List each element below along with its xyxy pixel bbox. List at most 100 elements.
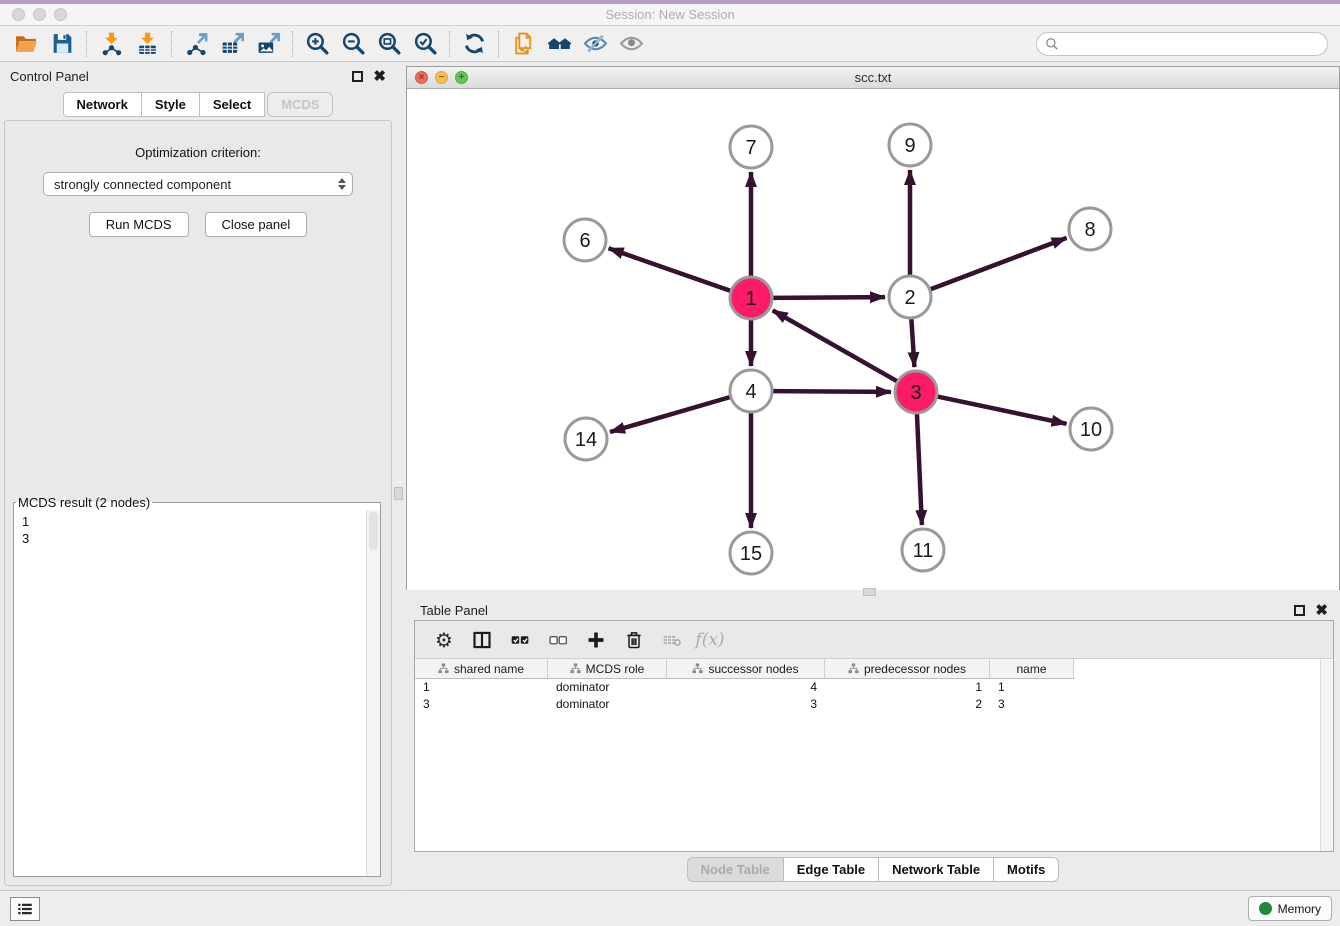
apply-function-icon[interactable]: f(x) bbox=[695, 625, 725, 655]
table-toolbar: ⚙ f(x) bbox=[415, 621, 1333, 659]
edge-3-10[interactable] bbox=[938, 397, 1067, 424]
zoom-fit-icon[interactable] bbox=[371, 29, 407, 59]
zoom-out-icon[interactable] bbox=[335, 29, 371, 59]
select-all-checkboxes-icon[interactable] bbox=[505, 625, 535, 655]
tab-mcds[interactable]: MCDS bbox=[267, 92, 333, 117]
cell-MCDS-role[interactable]: dominator bbox=[548, 679, 667, 696]
show-all-eye-icon[interactable] bbox=[613, 29, 649, 59]
node-label-1: 1 bbox=[745, 288, 756, 310]
tab-network[interactable]: Network bbox=[63, 92, 141, 117]
network-graph[interactable]: 1234678910111415 bbox=[407, 89, 1339, 590]
network-window-title: scc.txt bbox=[407, 70, 1339, 85]
cell-shared-name[interactable]: 1 bbox=[415, 679, 548, 696]
node-label-15: 15 bbox=[740, 543, 762, 565]
vertical-splitter-grip[interactable] bbox=[394, 487, 403, 500]
app-titlebar: Session: New Session bbox=[0, 0, 1340, 26]
clone-network-icon[interactable] bbox=[505, 29, 541, 59]
horizontal-splitter-grip[interactable] bbox=[863, 588, 876, 596]
export-image-icon[interactable] bbox=[250, 29, 286, 59]
main-toolbar bbox=[0, 26, 1340, 62]
criterion-dropdown[interactable]: strongly connected component bbox=[43, 172, 353, 196]
cell-name[interactable]: 3 bbox=[990, 696, 1074, 713]
add-column-plus-icon[interactable] bbox=[581, 625, 611, 655]
import-network-icon[interactable] bbox=[93, 29, 129, 59]
control-panel-title: Control Panel bbox=[10, 69, 89, 84]
table-row[interactable]: 3dominator323 bbox=[415, 696, 1333, 713]
cell-MCDS-role[interactable]: dominator bbox=[548, 696, 667, 713]
close-panel-icon[interactable]: ✖ bbox=[373, 71, 386, 82]
network-window-titlebar[interactable]: × − + scc.txt bbox=[407, 67, 1339, 89]
close-panel-button[interactable]: Close panel bbox=[205, 212, 308, 237]
column-header-predecessor-nodes[interactable]: predecessor nodes bbox=[825, 659, 990, 679]
tab-select[interactable]: Select bbox=[199, 92, 265, 117]
toolbar-separator bbox=[86, 31, 87, 57]
float-table-panel-icon[interactable] bbox=[1294, 605, 1305, 616]
cell-predecessor-nodes[interactable]: 1 bbox=[825, 679, 990, 696]
table-settings-gear-icon[interactable]: ⚙ bbox=[429, 625, 459, 655]
tab-network-table[interactable]: Network Table bbox=[878, 857, 993, 882]
edge-2-8[interactable] bbox=[931, 238, 1067, 289]
zoom-in-icon[interactable] bbox=[299, 29, 335, 59]
toolbar-separator bbox=[171, 31, 172, 57]
cell-successor-nodes[interactable]: 3 bbox=[667, 696, 825, 713]
run-mcds-button[interactable]: Run MCDS bbox=[89, 212, 189, 237]
deselect-all-checkboxes-icon[interactable] bbox=[543, 625, 573, 655]
control-panel: Control Panel ✖ NetworkStyleSelectMCDS O… bbox=[0, 62, 396, 890]
column-tree-icon bbox=[692, 663, 703, 674]
table-row[interactable]: 1dominator411 bbox=[415, 679, 1333, 696]
close-table-panel-icon[interactable]: ✖ bbox=[1315, 605, 1328, 616]
mcds-result-box: MCDS result (2 nodes) 13 bbox=[13, 495, 381, 877]
cell-successor-nodes[interactable]: 4 bbox=[667, 679, 825, 696]
column-header-name[interactable]: name bbox=[990, 659, 1074, 679]
table-panel: Table Panel ✖ ⚙ f(x) bbox=[406, 596, 1340, 890]
column-header-shared-name[interactable]: shared name bbox=[415, 659, 548, 679]
memory-button[interactable]: Memory bbox=[1248, 896, 1332, 921]
edge-4-14[interactable] bbox=[610, 397, 730, 432]
result-scrollbar[interactable] bbox=[366, 510, 380, 876]
column-tree-icon bbox=[570, 663, 581, 674]
column-view-icon[interactable] bbox=[467, 625, 497, 655]
hide-selected-eye-slash-icon[interactable] bbox=[577, 29, 613, 59]
edge-1-6[interactable] bbox=[609, 248, 731, 290]
import-table-icon[interactable] bbox=[129, 29, 165, 59]
column-header-MCDS-role[interactable]: MCDS role bbox=[548, 659, 667, 679]
home-view-icon[interactable] bbox=[541, 29, 577, 59]
network-canvas[interactable]: 1234678910111415 bbox=[407, 89, 1339, 590]
edge-3-11[interactable] bbox=[917, 414, 922, 525]
delete-table-icon[interactable] bbox=[657, 625, 687, 655]
edge-4-3[interactable] bbox=[773, 391, 891, 392]
column-tree-icon bbox=[848, 663, 859, 674]
task-history-button[interactable] bbox=[10, 897, 40, 921]
tab-motifs[interactable]: Motifs bbox=[993, 857, 1059, 882]
save-session-icon[interactable] bbox=[44, 29, 80, 59]
edge-1-2[interactable] bbox=[773, 297, 885, 298]
control-panel-header: Control Panel ✖ bbox=[0, 62, 396, 86]
tab-node-table[interactable]: Node Table bbox=[687, 857, 783, 882]
search-input[interactable] bbox=[1064, 37, 1327, 52]
node-label-14: 14 bbox=[575, 429, 597, 451]
table-rows: 1dominator4113dominator323 bbox=[415, 679, 1333, 713]
export-table-icon[interactable] bbox=[214, 29, 250, 59]
tab-style[interactable]: Style bbox=[141, 92, 199, 117]
node-label-2: 2 bbox=[904, 287, 915, 309]
mcds-result-text[interactable]: 13 bbox=[14, 510, 366, 876]
column-header-successor-nodes[interactable]: successor nodes bbox=[667, 659, 825, 679]
float-panel-icon[interactable] bbox=[352, 71, 363, 82]
refresh-view-icon[interactable] bbox=[456, 29, 492, 59]
status-bar: Memory bbox=[0, 890, 1340, 926]
tab-edge-table[interactable]: Edge Table bbox=[783, 857, 878, 882]
edge-3-1[interactable] bbox=[773, 310, 897, 381]
open-session-icon[interactable] bbox=[8, 29, 44, 59]
cell-name[interactable]: 1 bbox=[990, 679, 1074, 696]
cell-shared-name[interactable]: 3 bbox=[415, 696, 548, 713]
table-panel-title: Table Panel bbox=[420, 603, 488, 618]
export-network-icon[interactable] bbox=[178, 29, 214, 59]
table-type-tabs: Node TableEdge TableNetwork TableMotifs bbox=[406, 857, 1340, 882]
edge-2-3[interactable] bbox=[911, 319, 914, 367]
zoom-selected-icon[interactable] bbox=[407, 29, 443, 59]
node-label-11: 11 bbox=[913, 540, 934, 562]
search-field[interactable] bbox=[1036, 32, 1328, 56]
delete-column-trash-icon[interactable] bbox=[619, 625, 649, 655]
table-scrollbar[interactable] bbox=[1320, 660, 1333, 851]
cell-predecessor-nodes[interactable]: 2 bbox=[825, 696, 990, 713]
